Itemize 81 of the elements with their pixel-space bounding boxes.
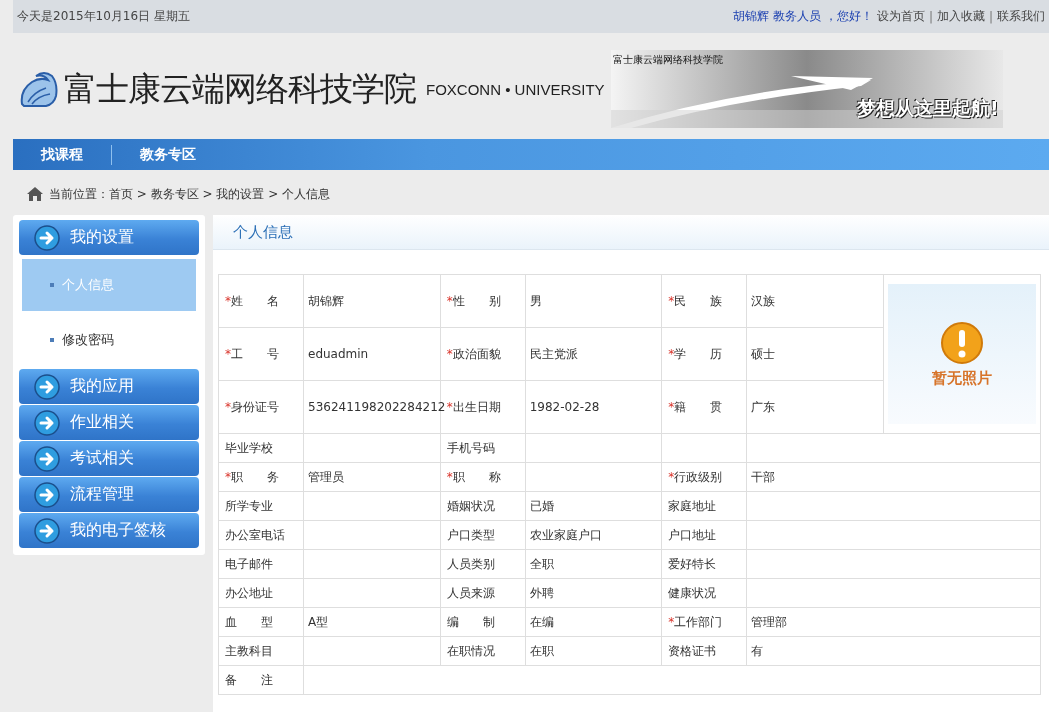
menu-group-button[interactable]: 我的电子签核 <box>19 513 199 548</box>
home-icon <box>26 186 44 202</box>
field-label: 户口地址 <box>668 527 717 542</box>
field-label: *行政级别 <box>668 469 723 484</box>
field-value: eduadmin <box>308 347 369 361</box>
field-label: 资格证书 <box>668 643 717 658</box>
field-label: *性 别 <box>446 293 501 308</box>
field-value: 1982-02-28 <box>529 400 600 414</box>
field-label: *出生日期 <box>446 399 501 414</box>
banner-slogan: 梦想从这里起航! <box>856 96 999 121</box>
field-value: 男 <box>529 293 542 308</box>
user-greeting: 胡锦辉 教务人员 ，您好！ <box>733 8 873 25</box>
field-value: 外聘 <box>529 585 554 600</box>
separator: | <box>988 9 993 24</box>
field-label: 爱好特长 <box>668 556 717 571</box>
nav-tab[interactable]: 找课程 <box>41 145 83 164</box>
field-label: 家庭地址 <box>668 498 717 513</box>
field-label: *政治面貌 <box>446 346 501 361</box>
field-label: 毕业学校 <box>225 440 273 455</box>
field-label: 户口类型 <box>446 527 495 542</box>
field-label: 办公地址 <box>225 585 273 600</box>
field-label: *职 称 <box>446 469 501 484</box>
panel-title: 个人信息 <box>213 215 1049 250</box>
field-label: *身份证号 <box>225 399 279 414</box>
field-label: 人员类别 <box>446 556 495 571</box>
field-value: 在编 <box>529 614 554 629</box>
breadcrumb: 当前位置：首页 > 教务专区 > 我的设置 > 个人信息 <box>49 185 331 203</box>
field-label: *职 务 <box>225 469 279 484</box>
field-label: 血 型 <box>225 614 273 629</box>
field-label: *工作部门 <box>668 614 723 629</box>
field-value: 干部 <box>751 469 776 484</box>
bullet-icon <box>50 338 54 342</box>
field-label: 电子邮件 <box>225 556 273 571</box>
field-label: *民 族 <box>668 293 723 308</box>
field-label: 手机号码 <box>446 440 495 455</box>
menu-item[interactable]: 修改密码 <box>22 314 196 366</box>
field-value: 汉族 <box>751 293 776 308</box>
separator: | <box>928 9 933 24</box>
field-value: A型 <box>308 614 329 629</box>
top-link[interactable]: 加入收藏 <box>936 8 985 25</box>
photo-caption: 暂无照片 <box>932 368 992 388</box>
field-label: 编 制 <box>446 614 495 629</box>
field-value: 有 <box>751 643 764 658</box>
field-label: *学 历 <box>668 346 723 361</box>
field-value: 管理部 <box>751 614 788 629</box>
site-title: 富士康云端网络科技学院 <box>64 67 416 110</box>
field-value: 民主党派 <box>529 346 578 361</box>
field-label: 主教科目 <box>225 643 273 658</box>
field-value: 硕士 <box>751 346 776 361</box>
nav-tab[interactable]: 教务专区 <box>140 145 196 164</box>
field-label: 在职情况 <box>446 643 495 658</box>
field-label: *籍 贯 <box>668 399 723 414</box>
field-value: 广东 <box>751 399 776 414</box>
field-value: 536241198202284212 <box>308 400 446 414</box>
top-link[interactable]: 联系我们 <box>997 8 1045 25</box>
bullet-icon <box>50 283 54 287</box>
top-link[interactable]: 设为首页 <box>876 8 925 25</box>
menu-group-button[interactable]: 流程管理 <box>19 477 199 512</box>
field-label: 办公室电话 <box>225 527 285 542</box>
field-label: 婚姻状况 <box>446 498 495 513</box>
swan-logo-icon <box>18 70 60 108</box>
field-value: 管理员 <box>308 469 344 484</box>
banner-caption: 富士康云端网络科技学院 <box>612 53 723 67</box>
warning-icon <box>940 320 984 365</box>
menu-group-button[interactable]: 我的设置 <box>19 220 199 255</box>
date-text: 今天是2015年10月16日 星期五 <box>17 8 190 25</box>
menu-group-button[interactable]: 考试相关 <box>19 441 199 476</box>
field-value: 胡锦辉 <box>308 293 344 308</box>
field-label: *工 号 <box>225 346 279 361</box>
field-value: 已婚 <box>529 498 554 513</box>
menu-group-button[interactable]: 作业相关 <box>19 405 199 440</box>
site-subtitle: FOXCONN • UNIVERSITY <box>426 80 605 98</box>
field-label: 所学专业 <box>225 498 273 513</box>
field-value: 在职 <box>529 643 554 658</box>
field-label: 备 注 <box>225 672 273 687</box>
field-label: *姓 名 <box>225 293 279 308</box>
field-value: 农业家庭户口 <box>529 527 602 542</box>
menu-group-button[interactable]: 我的应用 <box>19 369 199 404</box>
field-value: 全职 <box>529 556 554 571</box>
field-label: 人员来源 <box>446 585 495 600</box>
field-label: 健康状况 <box>668 585 717 600</box>
